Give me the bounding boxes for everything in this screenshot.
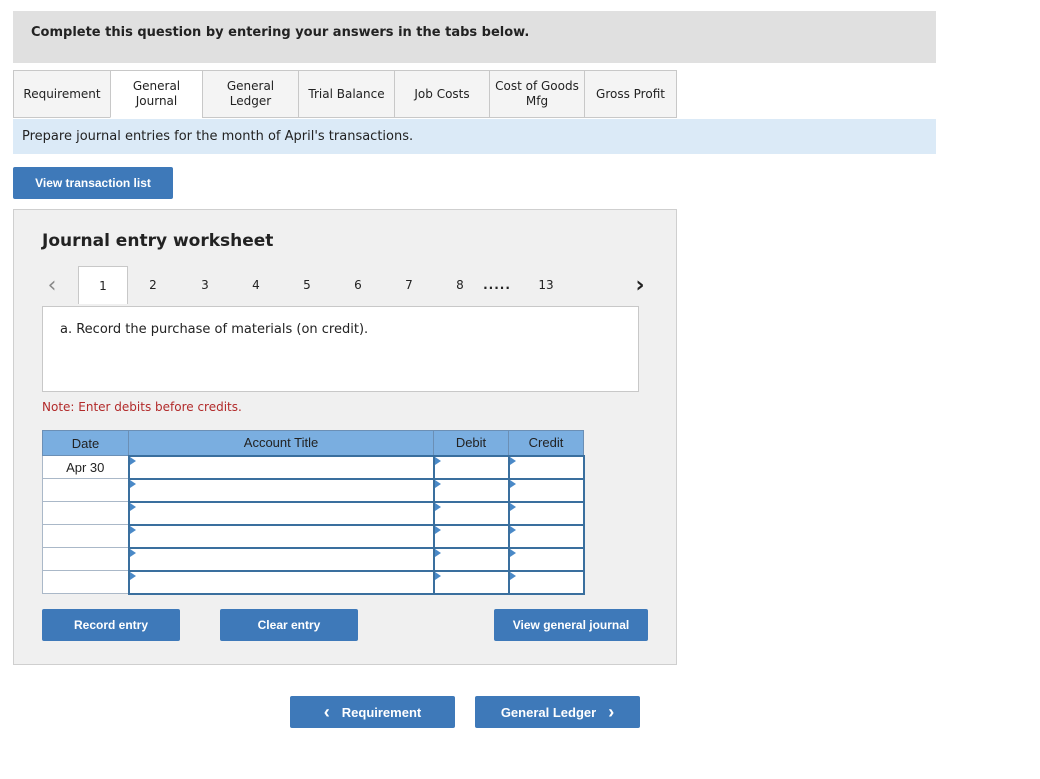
view-transaction-list-button[interactable]: View transaction list bbox=[13, 167, 173, 199]
entry-pager: ‹ 1 2 3 4 5 6 7 8 ..... 13 › bbox=[42, 266, 662, 304]
header-debit: Debit bbox=[433, 430, 509, 456]
date-cell bbox=[42, 501, 129, 525]
page-7[interactable]: 7 bbox=[398, 266, 420, 304]
page-13[interactable]: 13 bbox=[535, 266, 557, 304]
page-5[interactable]: 5 bbox=[296, 266, 318, 304]
question-header: Complete this question by entering your … bbox=[13, 11, 936, 63]
account-title-input[interactable] bbox=[127, 523, 435, 549]
date-cell bbox=[42, 524, 129, 548]
debit-input[interactable] bbox=[432, 546, 510, 572]
clear-entry-button[interactable]: Clear entry bbox=[220, 609, 358, 641]
tab-general-journal[interactable]: General Journal bbox=[110, 70, 202, 118]
prev-requirement-button[interactable]: ‹ Requirement bbox=[290, 696, 455, 728]
next-page-icon[interactable]: › bbox=[630, 266, 650, 304]
journal-entry-worksheet: Journal entry worksheet ‹ 1 2 3 4 5 6 7 … bbox=[13, 209, 677, 665]
next-general-ledger-label: General Ledger bbox=[500, 704, 597, 720]
account-title-input[interactable] bbox=[127, 500, 435, 526]
page-3[interactable]: 3 bbox=[194, 266, 216, 304]
record-entry-button[interactable]: Record entry bbox=[42, 609, 180, 641]
chevron-right-icon: › bbox=[608, 701, 615, 722]
tab-general-ledger[interactable]: General Ledger bbox=[202, 70, 298, 118]
account-title-input[interactable] bbox=[127, 477, 435, 503]
debit-input[interactable] bbox=[432, 500, 510, 526]
table-row: Apr 30 bbox=[42, 454, 585, 480]
header-date: Date bbox=[42, 430, 129, 456]
journal-entry-table: Date Account Title Debit Credit Apr 30 bbox=[42, 430, 585, 595]
page-4[interactable]: 4 bbox=[245, 266, 267, 304]
tab-cost-of-goods-mfg[interactable]: Cost of Goods Mfg bbox=[489, 70, 584, 118]
page-ellipsis: ..... bbox=[483, 278, 511, 292]
page-8[interactable]: 8 bbox=[449, 266, 471, 304]
table-row bbox=[42, 500, 585, 526]
table-row bbox=[42, 569, 585, 595]
prev-requirement-label: Requirement bbox=[341, 704, 422, 720]
debit-input[interactable] bbox=[432, 569, 510, 595]
credit-input[interactable] bbox=[507, 500, 585, 526]
credit-input[interactable] bbox=[507, 569, 585, 595]
table-row bbox=[42, 523, 585, 549]
page-2[interactable]: 2 bbox=[142, 266, 164, 304]
tab-gross-profit[interactable]: Gross Profit bbox=[584, 70, 677, 118]
debit-credit-note: Note: Enter debits before credits. bbox=[42, 400, 242, 414]
account-title-input[interactable] bbox=[127, 546, 435, 572]
date-cell bbox=[42, 570, 129, 594]
date-cell: Apr 30 bbox=[42, 455, 129, 479]
date-cell bbox=[42, 478, 129, 502]
debit-input[interactable] bbox=[432, 454, 510, 480]
debit-input[interactable] bbox=[432, 523, 510, 549]
page-6[interactable]: 6 bbox=[347, 266, 369, 304]
question-title: Complete this question by entering your … bbox=[31, 25, 530, 40]
tab-job-costs[interactable]: Job Costs bbox=[394, 70, 489, 118]
account-title-input[interactable] bbox=[127, 454, 435, 480]
chevron-left-icon: ‹ bbox=[323, 701, 330, 722]
prev-page-icon[interactable]: ‹ bbox=[42, 266, 62, 304]
credit-input[interactable] bbox=[507, 477, 585, 503]
transaction-description: a. Record the purchase of materials (on … bbox=[42, 306, 639, 392]
page-1[interactable]: 1 bbox=[78, 266, 128, 304]
header-credit: Credit bbox=[508, 430, 584, 456]
tab-requirement[interactable]: Requirement bbox=[13, 70, 110, 118]
table-header-row: Date Account Title Debit Credit bbox=[42, 430, 584, 456]
account-title-input[interactable] bbox=[127, 569, 435, 595]
debit-input[interactable] bbox=[432, 477, 510, 503]
next-general-ledger-button[interactable]: General Ledger › bbox=[475, 696, 640, 728]
credit-input[interactable] bbox=[507, 523, 585, 549]
header-account-title: Account Title bbox=[128, 430, 434, 456]
tab-bar: Requirement General Journal General Ledg… bbox=[13, 70, 677, 118]
date-cell bbox=[42, 547, 129, 571]
instruction-banner: Prepare journal entries for the month of… bbox=[13, 119, 936, 154]
credit-input[interactable] bbox=[507, 546, 585, 572]
view-general-journal-button[interactable]: View general journal bbox=[494, 609, 648, 641]
tab-trial-balance[interactable]: Trial Balance bbox=[298, 70, 394, 118]
table-row bbox=[42, 546, 585, 572]
credit-input[interactable] bbox=[507, 454, 585, 480]
table-row bbox=[42, 477, 585, 503]
worksheet-title: Journal entry worksheet bbox=[42, 231, 274, 251]
